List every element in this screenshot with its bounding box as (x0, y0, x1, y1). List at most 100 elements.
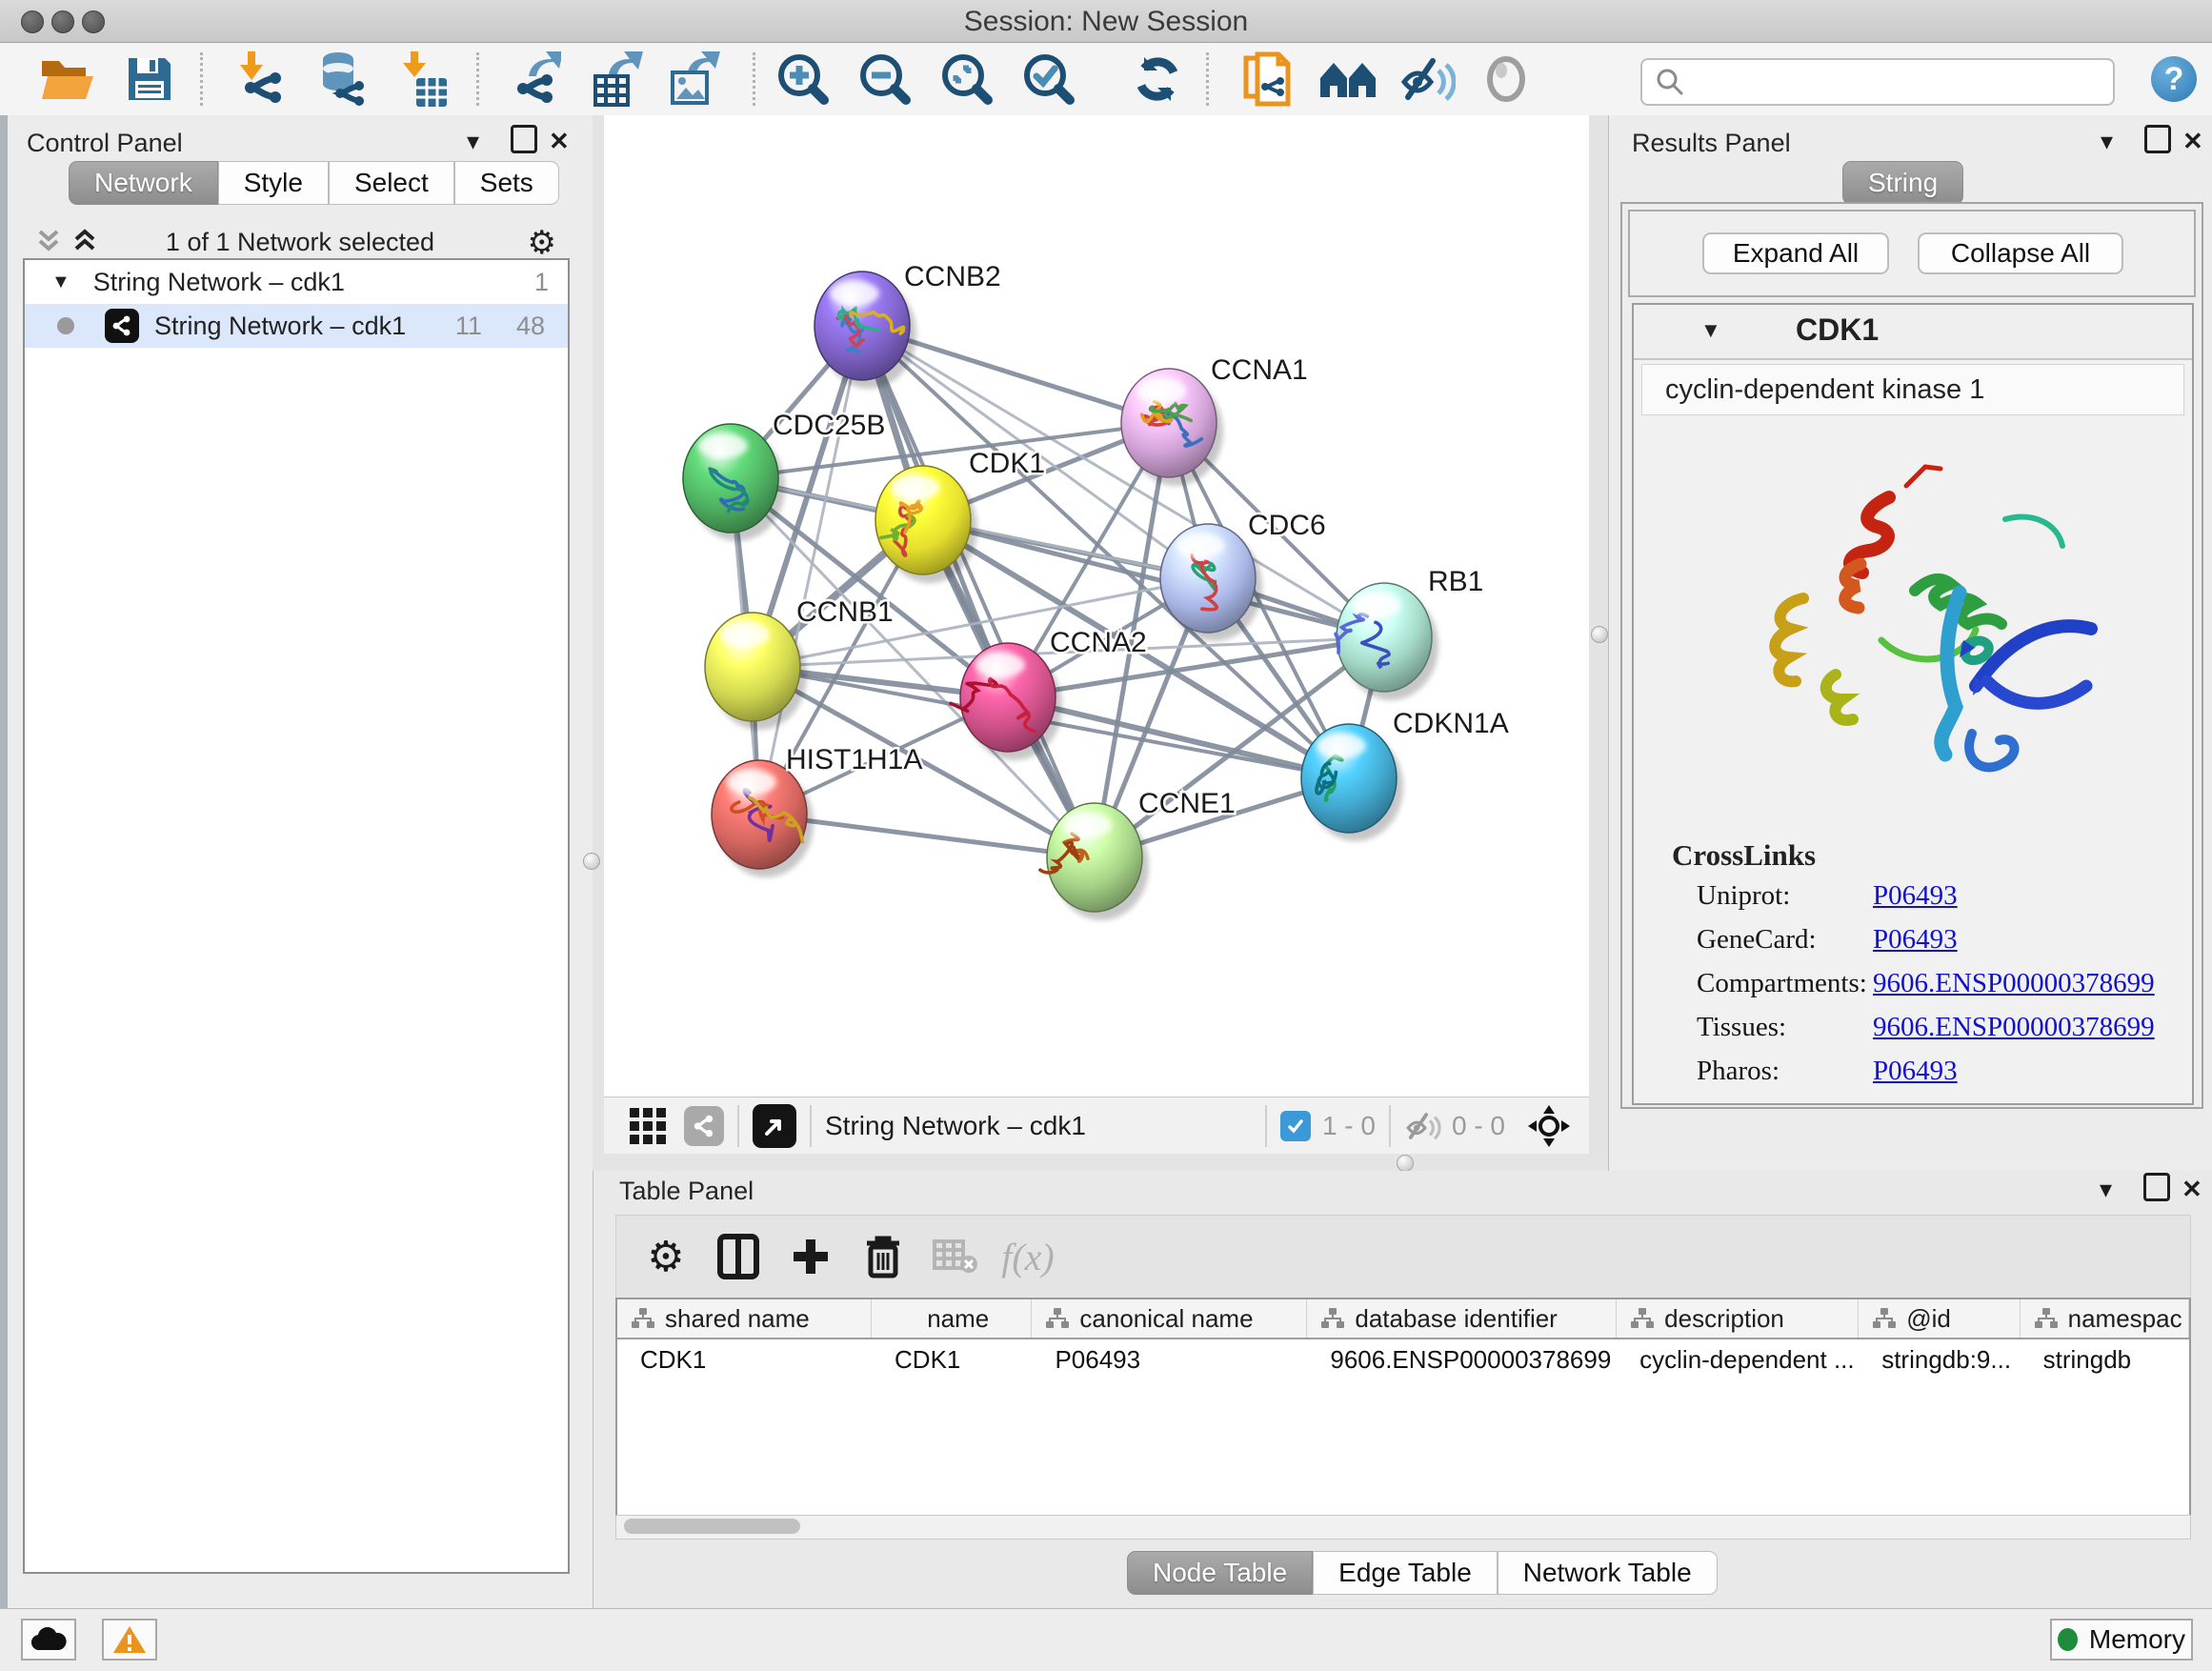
memory-button[interactable]: Memory (2050, 1619, 2193, 1661)
import-table-file-button[interactable] (392, 49, 455, 110)
tab-network[interactable]: Network (69, 161, 218, 205)
delete-column-trash-icon[interactable] (847, 1223, 919, 1290)
export-image-icon (669, 51, 724, 107)
network-node-RB1[interactable]: RB1 (1336, 566, 1483, 700)
table-cell[interactable]: P06493 (1032, 1339, 1307, 1379)
right-splitter-handle[interactable] (1591, 626, 1608, 643)
float-panel-icon[interactable]: ▾ (2100, 1175, 2112, 1203)
fit-content-crosshair-icon[interactable] (1528, 1105, 1570, 1147)
search-input[interactable] (1694, 63, 2113, 101)
show-columns-icon[interactable] (702, 1223, 774, 1290)
table-cell[interactable]: CDK1 (872, 1339, 1032, 1379)
double-house-button[interactable] (1317, 49, 1379, 110)
tab-string[interactable]: String (1842, 161, 1963, 205)
open-session-button[interactable] (36, 49, 99, 110)
shared-column-icon (1320, 1307, 1345, 1330)
crosslink-genecard-link[interactable]: P06493 (1873, 924, 1958, 956)
tab-edge-table[interactable]: Edge Table (1313, 1551, 1498, 1595)
maximize-panel-icon[interactable] (511, 125, 537, 159)
table-cell[interactable]: 9606.ENSP00000378699 (1307, 1339, 1617, 1379)
import-network-database-button[interactable] (309, 49, 372, 110)
left-splitter-handle[interactable] (583, 853, 600, 870)
close-panel-icon[interactable]: ✕ (2182, 127, 2203, 155)
close-panel-icon[interactable]: ✕ (549, 127, 570, 155)
scrollbar-thumb[interactable] (624, 1519, 800, 1534)
table-cell[interactable]: stringdb:9... (1859, 1339, 2020, 1379)
export-image-button[interactable] (665, 49, 728, 110)
maximize-panel-icon[interactable] (2143, 1173, 2170, 1207)
tab-node-table[interactable]: Node Table (1127, 1551, 1313, 1595)
shared-column-icon (1630, 1307, 1655, 1330)
network-edge-CCNB2-CCNE1[interactable] (862, 326, 1095, 857)
control-panel: Control Panel ▾ ✕ Network Style Select S… (8, 115, 593, 1608)
network-node-CDK1[interactable]: CDK1 (875, 448, 1045, 583)
birdseye-view-icon[interactable] (753, 1104, 796, 1148)
maximize-panel-icon[interactable] (2144, 125, 2171, 159)
crosslink-label: Tissues: (1697, 1012, 1786, 1043)
bottom-splitter-handle[interactable] (1397, 1155, 1414, 1172)
add-column-icon[interactable] (774, 1223, 847, 1290)
zoom-out-button[interactable] (854, 49, 916, 110)
column-header-name[interactable]: name (872, 1299, 1032, 1338)
warning-button[interactable] (102, 1619, 157, 1661)
network-node-CDKN1A[interactable]: CDKN1A (1301, 708, 1509, 841)
export-network-button[interactable] (503, 49, 566, 110)
column-header-description[interactable]: description (1617, 1299, 1859, 1338)
node-table-body: CDK1CDK1P064939606.ENSP00000378699cyclin… (617, 1339, 2189, 1379)
float-panel-icon[interactable]: ▾ (2101, 127, 2113, 155)
table-horizontal-scrollbar[interactable] (615, 1515, 2191, 1540)
export-table-button[interactable] (587, 49, 650, 110)
left-splitter[interactable] (593, 115, 604, 1154)
network-node-CCNB1[interactable]: CCNB1 (705, 596, 894, 730)
save-session-button[interactable] (118, 49, 181, 110)
show-all-button[interactable] (1475, 49, 1538, 110)
hidden-eye-icon[interactable] (1404, 1110, 1442, 1142)
column-header-namespac[interactable]: namespac (2021, 1299, 2189, 1338)
table-cell[interactable]: CDK1 (617, 1339, 872, 1379)
zoom-selected-button[interactable] (1017, 49, 1080, 110)
refresh-button[interactable] (1126, 49, 1189, 110)
tab-style[interactable]: Style (218, 161, 329, 205)
collection-caret-icon[interactable]: ▼ (51, 272, 70, 293)
tab-network-table[interactable]: Network Table (1498, 1551, 1718, 1595)
table-settings-gear-icon[interactable]: ⚙ (630, 1223, 702, 1290)
close-panel-icon[interactable]: ✕ (2182, 1175, 2202, 1203)
zoom-in-button[interactable] (772, 49, 835, 110)
tab-select[interactable]: Select (329, 161, 454, 205)
table-cell[interactable]: stringdb (2021, 1339, 2189, 1379)
panel-gear-icon[interactable]: ⚙ (528, 224, 556, 262)
import-network-file-button[interactable] (227, 49, 290, 110)
network-row[interactable]: String Network – cdk1 11 48 (25, 304, 568, 348)
section-caret-icon[interactable]: ▼ (1700, 318, 1721, 343)
network-node-HIST1H1A[interactable]: HIST1H1A (712, 744, 922, 877)
network-share-icon[interactable] (684, 1106, 724, 1146)
tab-sets[interactable]: Sets (454, 161, 559, 205)
selected-checkbox-icon[interactable] (1280, 1111, 1311, 1141)
float-panel-icon[interactable]: ▾ (467, 127, 479, 155)
clone-network-button[interactable] (1237, 49, 1299, 110)
collapse-all-button[interactable]: Collapse All (1918, 232, 2123, 274)
hide-selected-button[interactable] (1397, 49, 1459, 110)
zoom-in-icon (776, 52, 830, 106)
protein-section-header[interactable]: ▼ CDK1 (1634, 305, 2192, 360)
crosslink-tissues-link[interactable]: 9606.ENSP00000378699 (1873, 1012, 2155, 1043)
column-header--id[interactable]: @id (1859, 1299, 2020, 1338)
help-button[interactable]: ? (2151, 56, 2197, 102)
crosslink-pharos-link[interactable]: P06493 (1873, 1056, 1958, 1087)
network-node-CDC6[interactable]: CDC6 (1160, 510, 1326, 641)
column-header-shared-name[interactable]: shared name (617, 1299, 872, 1338)
crosslink-uniprot-link[interactable]: P06493 (1873, 880, 1958, 912)
column-header-canonical-name[interactable]: canonical name (1032, 1299, 1307, 1338)
cloud-button[interactable] (21, 1619, 76, 1661)
grid-mode-icon[interactable] (629, 1107, 667, 1145)
node-label-RB1: RB1 (1428, 566, 1483, 597)
expand-all-button[interactable]: Expand All (1702, 232, 1889, 274)
network-collection-row[interactable]: ▼ String Network – cdk1 1 (25, 260, 568, 304)
zoom-fit-button[interactable] (935, 49, 998, 110)
string-network-graph[interactable]: CCNB2CCNA1CDC25BCDK1CDC6RB1CCNB1CCNA2CDK… (604, 115, 1589, 1097)
network-canvas[interactable]: CCNB2CCNA1CDC25BCDK1CDC6RB1CCNB1CCNA2CDK… (604, 115, 1589, 1097)
column-header-database-identifier[interactable]: database identifier (1307, 1299, 1617, 1338)
crosslink-compartments-link[interactable]: 9606.ENSP00000378699 (1873, 968, 2155, 999)
table-cell[interactable]: cyclin-dependent ... (1617, 1339, 1859, 1379)
search-field[interactable] (1640, 58, 2115, 106)
